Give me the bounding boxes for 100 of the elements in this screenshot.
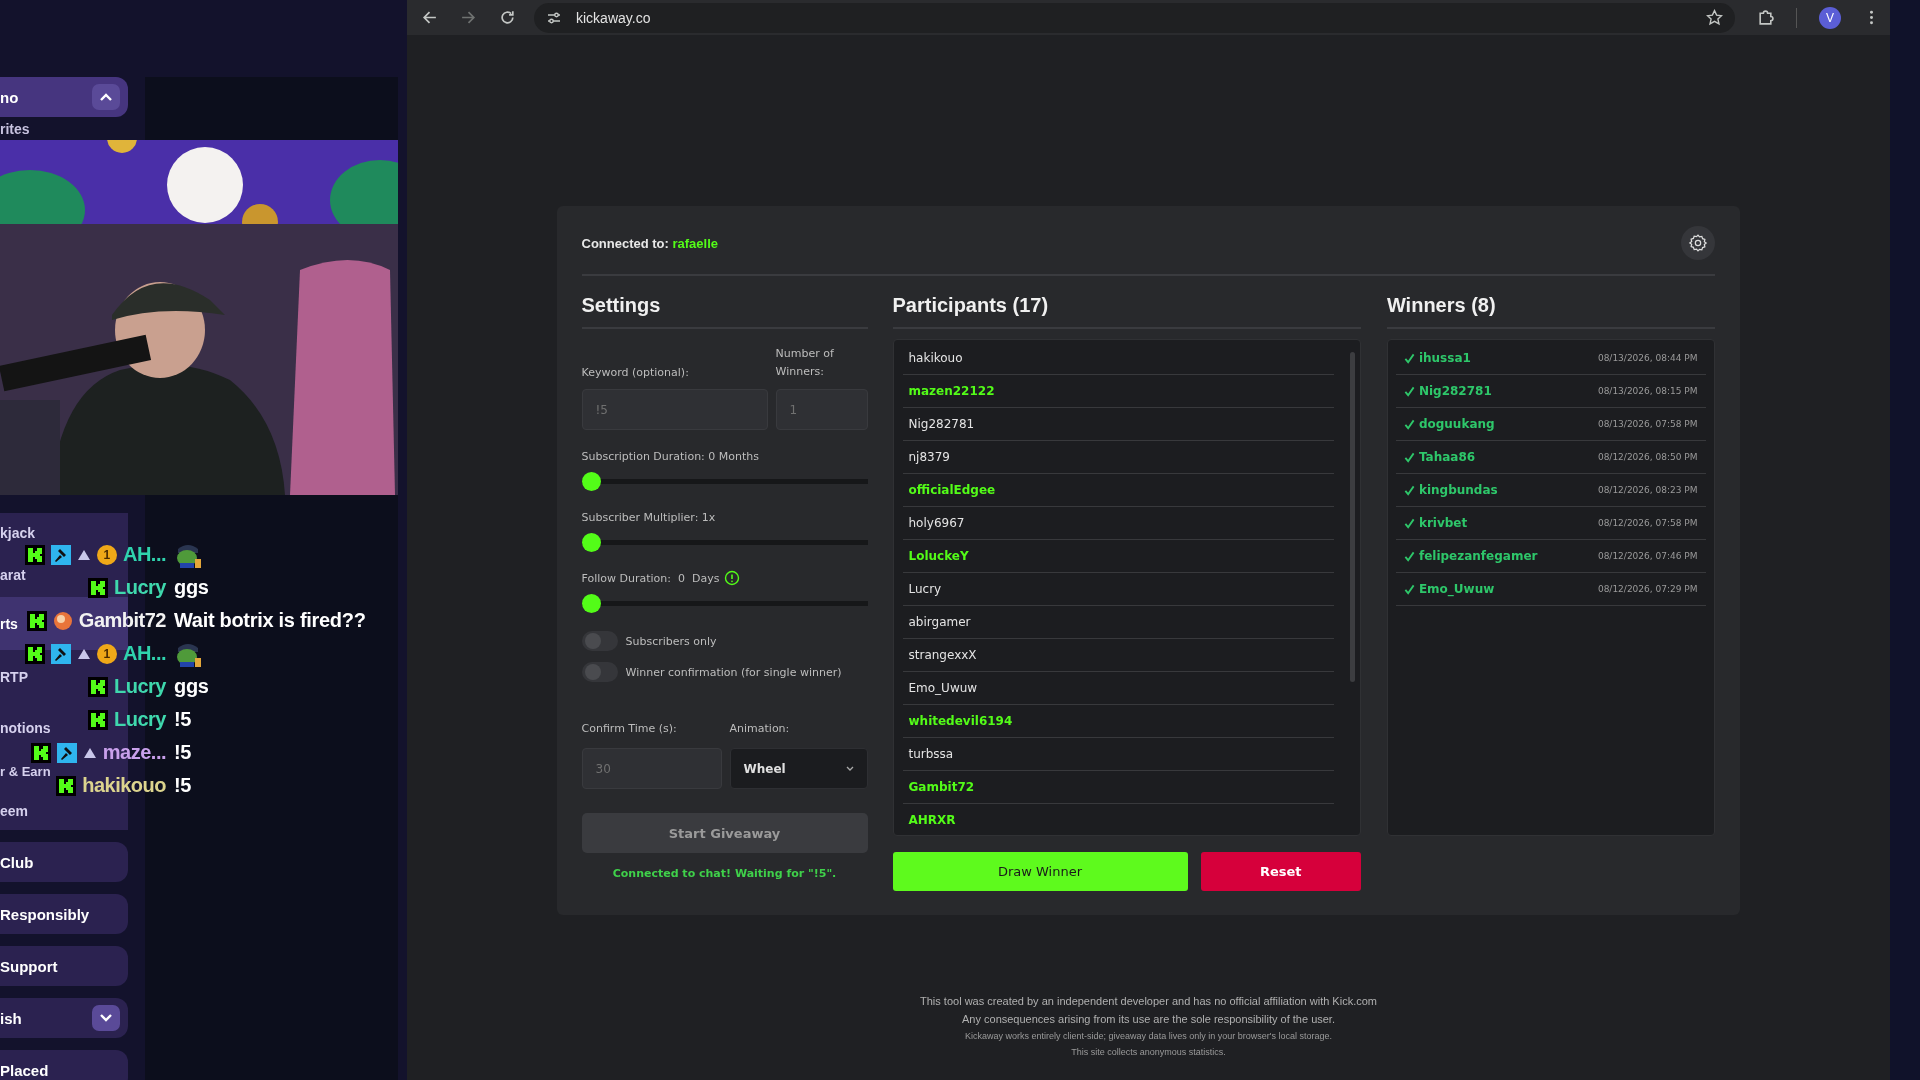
footer-text: This tool was created by an independent developer and has no official affiliation with Kick.com [920,995,1377,1007]
participant-name: abirgamer [902,606,1334,639]
slider-thumb[interactable] [581,594,601,613]
info-icon[interactable] [724,570,741,586]
check-icon [1403,385,1415,397]
connection-status: Connected to: rafaelle [581,235,719,251]
section-title: Winners (8) [1386,288,1715,329]
winner-name: doguukang [1418,417,1496,431]
status-message: Connected to chat! Waiting for "!5". [611,867,838,880]
slider-thumb[interactable] [581,533,601,552]
orb-icon [52,610,73,631]
chat-username[interactable]: AH... [122,543,166,566]
win-time: 08/12/2026, 07:58 PM [1597,518,1698,528]
participant-name: nj8379 [902,441,1334,474]
chat-message: !5 [174,708,193,731]
badge-icon [56,775,77,796]
check-icon [1403,418,1415,430]
chat-username[interactable]: Lucry [114,675,166,698]
chat-username[interactable]: AH... [122,642,166,665]
toggle-switch[interactable] [581,662,618,682]
participant-name: Lucry [902,573,1334,606]
participant-name: LoluckeY [902,540,1334,573]
field-label: Number of Winners: [775,346,835,380]
badge-icon [88,709,109,730]
field-label: Animation: [729,722,791,735]
sidebar-item[interactable]: no [0,89,19,105]
chat-username[interactable]: Lucry [114,576,166,599]
slider-thumb[interactable] [581,472,601,491]
sidebar-item[interactable]: ish [0,1010,22,1026]
win-time: 08/12/2026, 08:23 PM [1597,485,1698,495]
chat-username[interactable]: Lucry [114,708,166,731]
chevron-up-icon[interactable] [92,84,120,110]
sidebar-item[interactable]: notions [0,720,51,735]
field-label: Confirm Time (s): [581,722,678,735]
sidebar-item[interactable]: RTP [0,670,28,684]
participant-name: AHRXR [902,804,1334,835]
winner-name: krivbet [1418,516,1469,530]
chat-message: !5 [174,741,193,764]
participant-name: hakikouo [902,342,1334,375]
sidebar-item[interactable]: arat [0,568,26,582]
field-label: Keyword (optional): [581,366,690,379]
sidebar-item[interactable]: rites [0,122,30,136]
sidebar-item[interactable]: Support [0,958,58,974]
back-icon[interactable] [421,9,438,26]
sidebar-item[interactable]: rts [0,616,18,631]
draw-winner-button[interactable]: Draw Winner [892,852,1188,891]
chevron-down-icon [844,764,855,773]
chat-message: Wait botrix is fired?? [174,609,367,632]
chat-message: ggs [174,675,210,698]
check-icon [1403,484,1415,496]
forward-icon[interactable] [460,9,477,26]
participant-name: officialEdgee [902,474,1334,507]
badge-icon [88,676,109,697]
sidebar-item[interactable]: eem [0,803,29,818]
chat-username[interactable]: Gambit72 [78,609,166,632]
participant-name: Gambit72 [902,771,1334,804]
triangle-icon [76,548,91,561]
winner-name: felipezanfegamer [1418,549,1539,563]
win-time: 08/13/2026, 08:15 PM [1597,386,1698,396]
chevron-down-icon[interactable] [92,1005,120,1031]
chat-message: !5 [174,774,193,797]
participant-name: whitedevil6194 [902,705,1334,738]
url-text: kickaway.co [576,9,652,26]
participant-name: holy6967 [902,507,1334,540]
scrollbar[interactable] [1349,352,1355,682]
winner-name: Emo_Uwuw [1418,582,1496,596]
slider-label: Follow Duration: 0 Days [581,571,720,585]
participant-name: strangexxX [902,639,1334,672]
check-icon [1403,517,1415,529]
section-title: Settings [581,288,868,329]
profile-avatar[interactable]: V [1819,6,1841,29]
participant-name: turbssa [902,738,1334,771]
sidebar-item[interactable]: r & Earn [0,764,51,778]
slider-label: Subscription Duration: 0 Months [581,449,760,463]
participant-name: mazen22122 [902,375,1334,408]
badge-icon [88,577,109,598]
reset-button[interactable]: Reset [1200,852,1361,891]
reload-icon[interactable] [499,9,516,26]
address-bar[interactable]: kickaway.co [534,2,1735,33]
chat-username[interactable]: maze... [102,741,166,764]
win-time: 08/12/2026, 07:29 PM [1597,584,1698,594]
sidebar-item[interactable]: kjack [0,526,36,540]
gear-icon [1687,233,1708,253]
toggle-label: Winner confirmation (for single winner) [625,665,842,679]
toggle-switch[interactable] [581,631,618,651]
win-time: 08/13/2026, 07:58 PM [1597,419,1698,429]
footer-text: Kickaway works entirely client-side; giveaway data lives only in your browser's local storage. [965,1031,1332,1041]
triangle-icon [76,647,91,660]
chat-message: ggs [174,576,210,599]
chat-username[interactable]: hakikouo [82,774,166,797]
animation-dropdown[interactable]: Wheel [729,748,868,789]
star-icon[interactable] [1706,9,1723,26]
slider-label: Subscriber Multiplier: 1x [581,510,716,524]
win-time: 08/12/2026, 08:50 PM [1597,452,1698,462]
check-icon [1403,352,1415,364]
winner-name: Tahaa86 [1418,450,1477,464]
win-time: 08/13/2026, 08:44 PM [1597,353,1698,363]
sidebar-item[interactable]: Club [0,854,34,870]
puzzle-icon[interactable] [1757,9,1774,26]
settings-button[interactable] [1680,226,1715,260]
